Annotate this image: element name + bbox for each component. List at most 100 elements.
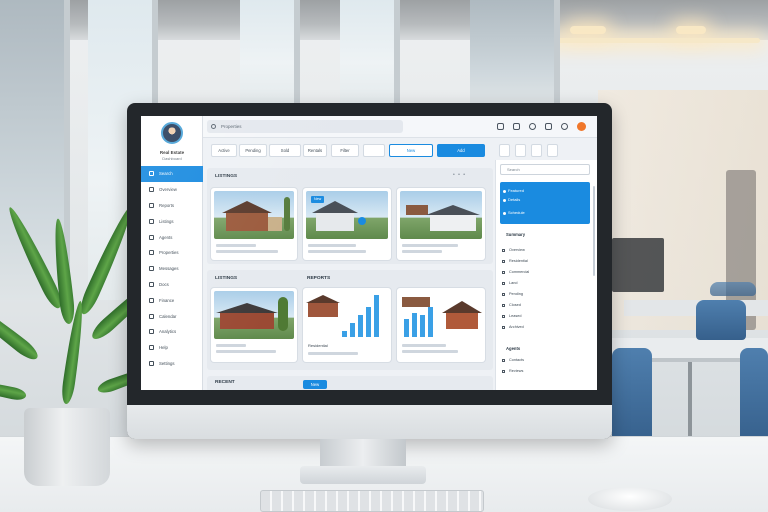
list-bullet-icon [502, 259, 505, 263]
analytics-icon [149, 329, 154, 335]
property-photo [400, 191, 482, 239]
property-card[interactable] [397, 188, 485, 260]
property-card[interactable] [211, 188, 297, 260]
list-bullet-icon [502, 248, 505, 252]
recent-tag[interactable]: New [303, 380, 327, 389]
more-icon[interactable] [547, 144, 558, 157]
list-item-label: Land [509, 281, 518, 285]
user-avatar[interactable] [577, 122, 586, 131]
property-card[interactable]: New [303, 188, 391, 260]
doc-icon [149, 281, 154, 287]
window [470, 0, 560, 105]
list-item[interactable]: Contacts [502, 358, 524, 362]
list-item[interactable]: Closed [502, 303, 521, 307]
scrollbar[interactable] [593, 186, 595, 276]
sidebar-item-settings[interactable]: Settings [141, 356, 203, 372]
sidebar-item-reports[interactable]: Reports [141, 198, 203, 214]
monitor-chin [127, 405, 612, 439]
sidebar-item-label: Help [159, 345, 168, 351]
office-chair [696, 300, 746, 340]
property-photo [214, 291, 294, 339]
list-item[interactable]: Overview [502, 248, 525, 252]
list-item[interactable]: Pending [502, 292, 523, 296]
keyboard[interactable] [260, 490, 484, 512]
sidebar-item-search[interactable]: Search [141, 166, 203, 182]
list-item[interactable]: Residential [502, 259, 528, 263]
featured-card[interactable]: Featured Details Schedule [500, 182, 590, 224]
sidebar: Real Estate Dashboard Search Overview Repo… [141, 116, 203, 390]
sidebar-item-label: Overview [159, 187, 177, 193]
sidebar-item-label: Finance [159, 297, 175, 303]
plant-pot [24, 408, 110, 486]
filter-pending-button[interactable]: Pending [239, 144, 267, 157]
search-input[interactable]: Properties [207, 120, 403, 133]
list-item[interactable]: Archived [502, 325, 524, 329]
sidebar-item-listings[interactable]: Listings [141, 213, 203, 229]
sidebar-item-label: Agents [159, 234, 173, 240]
add-property-button[interactable]: Add [437, 144, 485, 157]
list-bullet-icon [502, 270, 505, 274]
new-button[interactable]: New [389, 144, 433, 157]
building-icon [149, 250, 154, 256]
chart-card[interactable] [397, 288, 485, 362]
filter-active-button[interactable]: Active [211, 144, 237, 157]
sidebar-item-analytics[interactable]: Analytics [141, 324, 203, 340]
grid-view-icon[interactable] [499, 144, 510, 157]
chart-card[interactable]: Residential [303, 288, 391, 362]
view-toggle-button[interactable] [363, 144, 385, 157]
filter-sold-button[interactable]: Sold [269, 144, 301, 157]
list-item[interactable]: Land [502, 281, 517, 285]
bookmark-icon[interactable] [513, 123, 520, 130]
list-item[interactable]: Commercial [502, 270, 529, 274]
profile-name: Real Estate [159, 150, 185, 155]
list-item-label: Closed [509, 303, 521, 307]
filter-rentals-button[interactable]: Rentals [303, 144, 327, 157]
search-icon [149, 171, 154, 177]
monitor-stand-base [300, 466, 426, 484]
panel-search-input[interactable]: Search [500, 164, 590, 175]
recent-panel: RECENT New [207, 376, 493, 390]
notification-icon[interactable] [497, 123, 504, 130]
chart-icon [149, 202, 154, 208]
computer-mouse[interactable] [588, 487, 672, 511]
property-photo: New [306, 191, 388, 239]
sidebar-item-agents[interactable]: Agents [141, 229, 203, 245]
summary-heading: Summary [506, 232, 526, 237]
office-chair [612, 348, 652, 443]
sidebar-item-properties[interactable]: Properties [141, 245, 203, 261]
list-item[interactable]: Leased [502, 314, 521, 318]
list-item-label: Residential [509, 259, 528, 263]
list-view-icon[interactable] [515, 144, 526, 157]
sidebar-item-docs[interactable]: Docs [141, 277, 203, 293]
filter-button[interactable]: Filter [331, 144, 359, 157]
property-card[interactable] [211, 288, 297, 362]
settings-icon[interactable] [545, 123, 552, 130]
home-icon [149, 187, 154, 193]
sidebar-item-label: Docs [159, 281, 169, 287]
bullet-icon [503, 190, 506, 193]
sidebar-item-finance[interactable]: Finance [141, 292, 203, 308]
sidebar-item-help[interactable]: Help [141, 340, 203, 356]
profile[interactable]: Real Estate Dashboard [141, 120, 203, 164]
list-bullet-icon [502, 358, 505, 362]
globe-icon[interactable] [561, 123, 568, 130]
sidebar-item-overview[interactable]: Overview [141, 182, 203, 198]
list-item-label: Archived [509, 325, 524, 329]
clock-icon[interactable] [529, 123, 536, 130]
panel-menu-icon[interactable]: • • • [453, 172, 466, 178]
sidebar-item-calendar[interactable]: Calendar [141, 308, 203, 324]
list-bullet-icon [502, 325, 505, 329]
listings-panel: LISTINGS • • • New [207, 168, 493, 264]
sidebar-item-label: Analytics [159, 329, 177, 335]
featured-line: Details [508, 197, 521, 202]
map-view-icon[interactable] [531, 144, 542, 157]
sidebar-item-messages[interactable]: Messages [141, 261, 203, 277]
sidebar-item-label: Search [159, 171, 173, 177]
list-item-label: Pending [509, 292, 523, 296]
sidebar-nav: Search Overview Reports Listings Agents Prope… [141, 166, 203, 371]
listings-reports-panel: LISTINGS REPORTS Residential [207, 270, 493, 370]
panel-title: LISTINGS [215, 174, 238, 179]
list-item[interactable]: Reviews [502, 369, 523, 373]
avatar[interactable] [161, 122, 183, 144]
calendar-icon [149, 313, 154, 319]
